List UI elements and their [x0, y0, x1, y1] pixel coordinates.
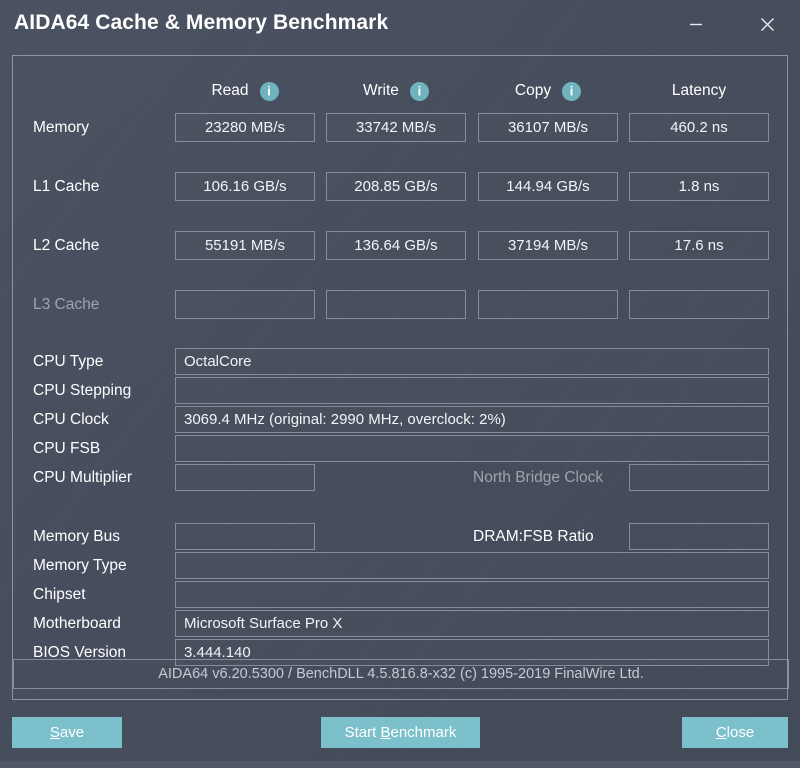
title-bar: AIDA64 Cache & Memory Benchmark: [0, 0, 800, 52]
start-benchmark-button[interactable]: Start Benchmark: [321, 717, 480, 748]
minimize-button[interactable]: [674, 4, 718, 44]
field-chipset: [175, 581, 769, 608]
l2-write-value: 136.64 GB/s: [326, 231, 466, 260]
benchmark-panel: Read i Write i Copy i Latency Memory 232…: [12, 55, 788, 700]
field-north-bridge-clock: [629, 464, 769, 491]
l1-write-value: 208.85 GB/s: [326, 172, 466, 201]
row-label-l3-cache: L3 Cache: [33, 290, 99, 320]
row-label-l1-cache: L1 Cache: [33, 172, 99, 202]
save-button[interactable]: Save: [12, 717, 122, 748]
label-memory-type: Memory Type: [33, 552, 127, 579]
column-header-copy: Copy i: [478, 78, 618, 104]
memory-latency-value: 460.2 ns: [629, 113, 769, 142]
memory-copy-value: 36107 MB/s: [478, 113, 618, 142]
l3-read-value: [175, 290, 315, 319]
label-cpu-clock: CPU Clock: [33, 406, 109, 433]
table-row-memory: Memory 23280 MB/s 33742 MB/s 36107 MB/s …: [13, 113, 789, 143]
field-memory-type: [175, 552, 769, 579]
copy-info-icon[interactable]: i: [562, 82, 581, 101]
row-label-memory: Memory: [33, 113, 89, 143]
value-motherboard: Microsoft Surface Pro X: [176, 615, 342, 632]
window-bottom-strip: [0, 761, 800, 768]
value-cpu-clock: 3069.4 MHz (original: 2990 MHz, overcloc…: [176, 411, 506, 428]
version-info-bar: AIDA64 v6.20.5300 / BenchDLL 4.5.816.8-x…: [13, 659, 789, 689]
l3-latency-value: [629, 290, 769, 319]
close-button[interactable]: Close: [682, 717, 788, 748]
table-row-l2-cache: L2 Cache 55191 MB/s 136.64 GB/s 37194 MB…: [13, 231, 789, 261]
column-label-latency: Latency: [672, 82, 726, 100]
close-window-button[interactable]: [745, 4, 789, 44]
minimize-icon: [688, 16, 704, 32]
save-post: ave: [60, 724, 84, 741]
start-post: enchmark: [391, 724, 457, 741]
l3-write-value: [326, 290, 466, 319]
memory-read-value: 23280 MB/s: [175, 113, 315, 142]
table-row-l1-cache: L1 Cache 106.16 GB/s 208.85 GB/s 144.94 …: [13, 172, 789, 202]
field-dram-fsb-ratio: [629, 523, 769, 550]
l2-latency-value: 17.6 ns: [629, 231, 769, 260]
label-cpu-stepping: CPU Stepping: [33, 377, 131, 404]
field-cpu-type: OctalCore: [175, 348, 769, 375]
l1-read-value: 106.16 GB/s: [175, 172, 315, 201]
label-cpu-type: CPU Type: [33, 348, 103, 375]
start-pre: Start: [345, 724, 381, 741]
l3-copy-value: [478, 290, 618, 319]
start-benchmark-label: Start Benchmark: [345, 724, 457, 741]
column-label-copy: Copy: [515, 82, 551, 100]
label-chipset: Chipset: [33, 581, 86, 608]
label-cpu-multiplier: CPU Multiplier: [33, 464, 132, 491]
column-header-write: Write i: [326, 78, 466, 104]
l2-copy-value: 37194 MB/s: [478, 231, 618, 260]
field-cpu-fsb: [175, 435, 769, 462]
column-header-latency: Latency: [629, 78, 769, 104]
close-post: lose: [727, 724, 755, 741]
start-accel: B: [380, 724, 390, 741]
close-accel: C: [716, 724, 727, 741]
label-memory-bus: Memory Bus: [33, 523, 120, 550]
row-label-l2-cache: L2 Cache: [33, 231, 99, 261]
close-button-label: Close: [716, 724, 754, 741]
field-memory-bus: [175, 523, 315, 550]
write-info-icon[interactable]: i: [410, 82, 429, 101]
label-dram-fsb-ratio: DRAM:FSB Ratio: [473, 523, 594, 550]
l2-read-value: 55191 MB/s: [175, 231, 315, 260]
column-header-row: Read i Write i Copy i Latency: [13, 78, 789, 108]
column-label-read: Read: [211, 82, 248, 100]
window-title: AIDA64 Cache & Memory Benchmark: [14, 11, 388, 35]
l1-copy-value: 144.94 GB/s: [478, 172, 618, 201]
value-cpu-type: OctalCore: [176, 353, 252, 370]
save-accel: S: [50, 724, 60, 741]
label-cpu-fsb: CPU FSB: [33, 435, 100, 462]
close-icon: [759, 16, 776, 33]
column-header-read: Read i: [175, 78, 315, 104]
save-button-label: Save: [50, 724, 84, 741]
read-info-icon[interactable]: i: [260, 82, 279, 101]
column-label-write: Write: [363, 82, 399, 100]
field-cpu-clock: 3069.4 MHz (original: 2990 MHz, overcloc…: [175, 406, 769, 433]
field-cpu-multiplier: [175, 464, 315, 491]
field-motherboard: Microsoft Surface Pro X: [175, 610, 769, 637]
label-motherboard: Motherboard: [33, 610, 121, 637]
l1-latency-value: 1.8 ns: [629, 172, 769, 201]
memory-write-value: 33742 MB/s: [326, 113, 466, 142]
aida64-benchmark-window: AIDA64 Cache & Memory Benchmark Read: [0, 0, 800, 768]
field-cpu-stepping: [175, 377, 769, 404]
label-north-bridge-clock: North Bridge Clock: [473, 464, 603, 491]
table-row-l3-cache: L3 Cache: [13, 290, 789, 320]
